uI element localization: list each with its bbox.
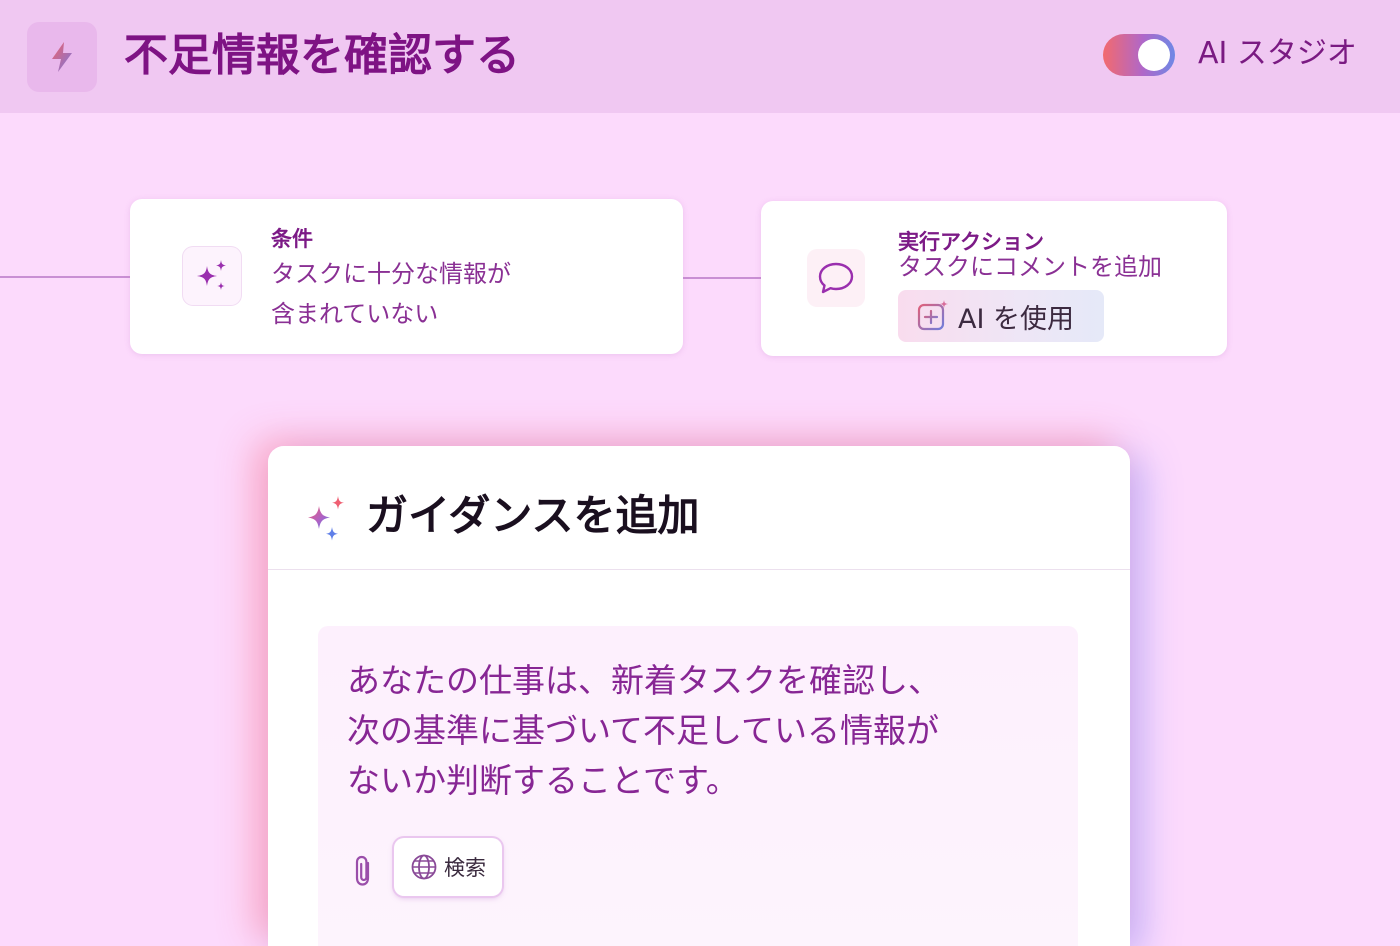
flow-connector-middle xyxy=(683,277,761,279)
guidance-prompt-input[interactable]: あなたの仕事は、新着タスクを確認し、 次の基準に基づいて不足している情報が ない… xyxy=(318,626,1078,946)
paperclip-icon[interactable] xyxy=(352,854,376,888)
search-label: 検索 xyxy=(444,856,486,880)
prompt-line-1: あなたの仕事は、新着タスクを確認し、 xyxy=(347,661,941,700)
condition-text-line1: タスクに十分な情報が xyxy=(271,260,511,288)
sparkle-icon xyxy=(183,247,241,305)
condition-heading: 条件 xyxy=(271,227,313,251)
globe-icon xyxy=(410,853,438,881)
guidance-header: ガイダンスを追加 xyxy=(268,446,1130,570)
search-button[interactable]: 検索 xyxy=(394,838,502,896)
lightning-icon[interactable] xyxy=(27,22,97,92)
page-title: 不足情報を確認する xyxy=(124,30,520,81)
flow-connector-left xyxy=(0,276,130,278)
action-text: タスクにコメントを追加 xyxy=(898,253,1162,281)
condition-text-line2: 含まれていない xyxy=(271,300,439,328)
use-ai-button[interactable]: AI を使用 xyxy=(898,290,1104,342)
sparkle-gradient-icon xyxy=(302,494,350,546)
use-ai-label: AI を使用 xyxy=(958,303,1075,335)
action-card[interactable]: 実行アクション タスクにコメントを追加 AI を使用 xyxy=(761,201,1227,356)
condition-card[interactable]: 条件 タスクに十分な情報が 含まれていない xyxy=(130,199,683,354)
toggle-knob xyxy=(1138,39,1170,71)
header-bar: 不足情報を確認する AI スタジオ xyxy=(0,0,1400,113)
guidance-panel: ガイダンスを追加 あなたの仕事は、新着タスクを確認し、 次の基準に基づいて不足し… xyxy=(268,446,1130,946)
ai-studio-label: AI スタジオ xyxy=(1198,36,1357,71)
comment-icon xyxy=(807,249,865,307)
ai-studio-toggle[interactable] xyxy=(1103,34,1175,76)
prompt-line-2: 次の基準に基づいて不足している情報が xyxy=(347,711,940,750)
prompt-line-3: ないか判断することです。 xyxy=(347,761,739,800)
add-sparkle-icon xyxy=(916,299,950,333)
guidance-title: ガイダンスを追加 xyxy=(366,491,700,540)
